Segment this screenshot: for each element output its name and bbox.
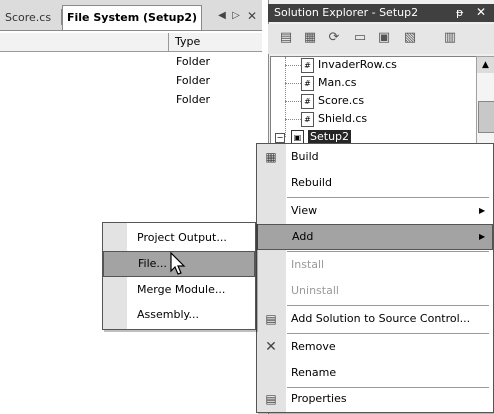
project-context-menu: ▦ Build Rebuild View ▶ Add ▶ Install Uni… bbox=[256, 143, 494, 413]
remove-icon: ✕ bbox=[265, 339, 277, 355]
show-all-icon[interactable]: ▦ bbox=[300, 28, 320, 48]
close-icon[interactable]: ✕ bbox=[476, 5, 486, 19]
menu-item-build[interactable]: ▦ Build bbox=[257, 144, 493, 170]
view-designer-icon[interactable]: ▣ bbox=[374, 28, 394, 48]
column-header-bar bbox=[0, 33, 262, 52]
tree-item-label: InvaderRow.cs bbox=[318, 58, 397, 71]
type-cell: Folder bbox=[176, 55, 210, 68]
menu-item-label: Project Output... bbox=[137, 231, 227, 244]
file-editor-icon[interactable]: ▧ bbox=[400, 28, 420, 48]
menu-item-add[interactable]: Add ▶ bbox=[257, 224, 493, 250]
menu-item-add-to-source-control[interactable]: ▤ Add Solution to Source Control... bbox=[257, 306, 493, 332]
menu-item-label: Uninstall bbox=[291, 284, 339, 297]
menu-item-rename[interactable]: Rename bbox=[257, 360, 493, 386]
tree-line bbox=[285, 119, 301, 120]
tab-prev-icon[interactable]: ◀ bbox=[216, 8, 228, 24]
tree-item-label: Score.cs bbox=[318, 94, 365, 107]
cs-file-icon: # bbox=[301, 111, 314, 127]
menu-item-label: File... bbox=[138, 257, 167, 270]
cs-file-icon: # bbox=[301, 75, 314, 91]
menu-item-label: Install bbox=[291, 258, 325, 271]
menu-item-install: Install bbox=[257, 252, 493, 278]
tree-line bbox=[285, 65, 301, 66]
menu-item-label: Add Solution to Source Control... bbox=[291, 312, 471, 325]
tree-item-man[interactable]: # Man.cs bbox=[301, 75, 356, 91]
tab-close-icon[interactable]: ✕ bbox=[246, 8, 258, 24]
cs-file-icon: # bbox=[301, 57, 314, 73]
tree-line bbox=[285, 57, 286, 137]
properties-icon: ▤ bbox=[265, 392, 277, 406]
panel-title: Solution Explorer - Setup2 bbox=[274, 6, 419, 19]
add-submenu: Project Output... File... Merge Module..… bbox=[102, 222, 256, 330]
menu-item-project-output[interactable]: Project Output... bbox=[103, 225, 255, 251]
menu-item-label: Rename bbox=[291, 366, 337, 379]
menu-item-remove[interactable]: ✕ Remove bbox=[257, 334, 493, 360]
build-icon: ▦ bbox=[265, 150, 277, 164]
tree-item-invaderrow[interactable]: # InvaderRow.cs bbox=[301, 57, 397, 73]
menu-item-uninstall: Uninstall bbox=[257, 278, 493, 304]
submenu-arrow-icon: ▶ bbox=[479, 232, 486, 241]
tree-item-label: Shield.cs bbox=[318, 112, 368, 125]
menu-item-assembly[interactable]: Assembly... bbox=[103, 302, 255, 328]
properties-icon[interactable]: ▤ bbox=[276, 28, 296, 48]
mouse-cursor-icon bbox=[170, 252, 186, 275]
tree-scrollbar[interactable]: ▲ bbox=[476, 56, 494, 154]
menu-item-label: Rebuild bbox=[291, 176, 332, 189]
solution-tree: # InvaderRow.cs # Man.cs # Score.cs # Shield… bbox=[270, 56, 477, 154]
menu-item-label: View bbox=[291, 204, 318, 217]
menu-item-label: Remove bbox=[291, 340, 336, 353]
menu-item-label: Merge Module... bbox=[137, 283, 226, 296]
menu-item-view[interactable]: View ▶ bbox=[257, 198, 493, 224]
column-header-type[interactable]: Type bbox=[175, 35, 200, 48]
document-tab-strip: Score.cs File System (Setup2) ◀ ▷ ✕ bbox=[0, 0, 262, 31]
tree-item-label: Man.cs bbox=[318, 76, 357, 89]
solution-explorer-toolbar: ▤ ▦ ⟳ ▭ ▣ ▧ ▥ bbox=[268, 24, 494, 54]
tree-line bbox=[285, 83, 301, 84]
menu-item-rebuild[interactable]: Rebuild bbox=[257, 170, 493, 196]
column-splitter[interactable] bbox=[168, 33, 169, 52]
tree-item-score[interactable]: # Score.cs bbox=[301, 93, 364, 109]
pin-icon[interactable]: ᵽ bbox=[456, 6, 463, 19]
collapse-icon[interactable]: − bbox=[275, 133, 285, 143]
type-cell: Folder bbox=[176, 93, 210, 106]
tab-score-cs[interactable]: Score.cs bbox=[5, 8, 51, 28]
menu-item-label: Assembly... bbox=[137, 308, 199, 321]
tab-file-system[interactable]: File System (Setup2) bbox=[62, 5, 203, 30]
class-view-icon[interactable]: ▥ bbox=[440, 28, 460, 48]
tab-next-icon[interactable]: ▷ bbox=[230, 8, 242, 24]
file-system-editor bbox=[0, 0, 262, 414]
menu-item-label: Build bbox=[291, 150, 319, 163]
solution-explorer-titlebar: Solution Explorer - Setup2 ᵽ ✕ bbox=[268, 4, 494, 22]
menu-item-label: Properties bbox=[291, 392, 347, 405]
menu-item-properties[interactable]: ▤ Properties bbox=[257, 386, 493, 412]
type-cell: Folder bbox=[176, 74, 210, 87]
scrollbar-thumb[interactable] bbox=[478, 101, 494, 133]
view-code-icon[interactable]: ▭ bbox=[350, 28, 370, 48]
submenu-arrow-icon: ▶ bbox=[479, 206, 486, 215]
menu-item-merge-module[interactable]: Merge Module... bbox=[103, 277, 255, 303]
cs-file-icon: # bbox=[301, 93, 314, 109]
source-control-icon: ▤ bbox=[265, 312, 277, 326]
menu-item-label: Add bbox=[292, 230, 314, 243]
tree-item-label: Setup2 bbox=[308, 130, 352, 143]
scroll-up-arrow-icon[interactable]: ▲ bbox=[477, 57, 494, 73]
refresh-icon[interactable]: ⟳ bbox=[324, 28, 344, 48]
tree-line bbox=[285, 101, 301, 102]
tree-item-shield[interactable]: # Shield.cs bbox=[301, 111, 367, 127]
